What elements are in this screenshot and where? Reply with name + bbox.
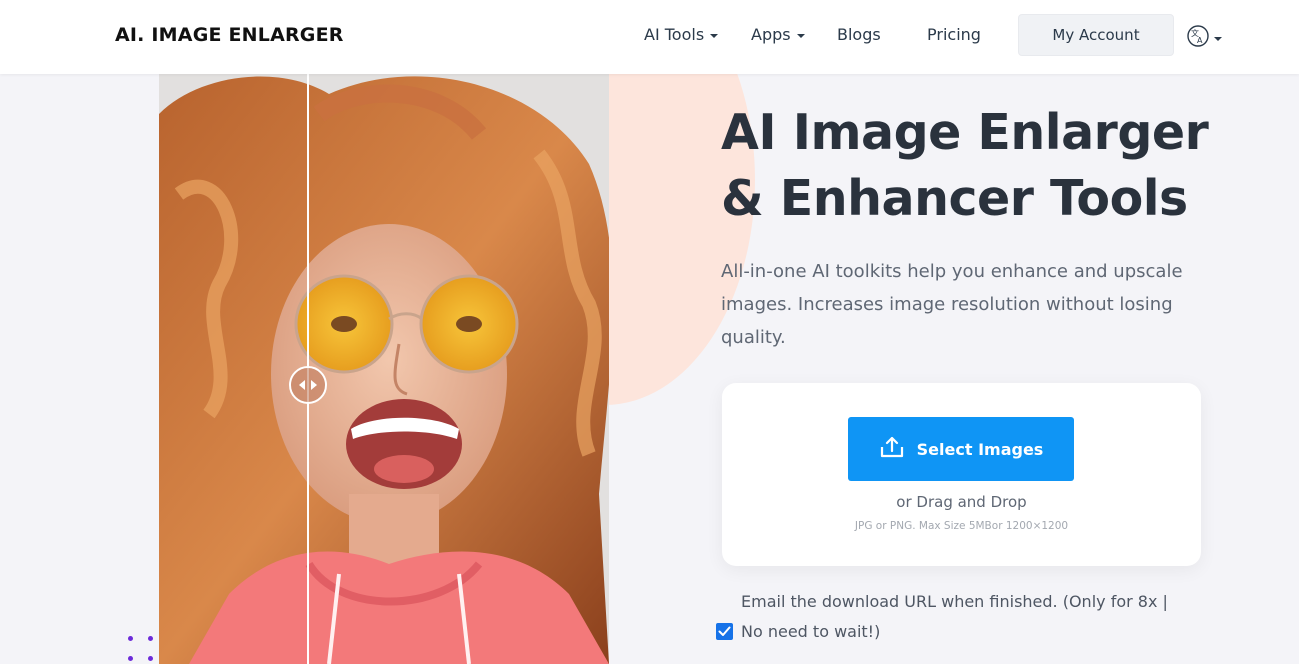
svg-text:A: A bbox=[1197, 36, 1203, 45]
select-images-button[interactable]: Select Images bbox=[848, 417, 1074, 481]
nav-blogs[interactable]: Blogs bbox=[837, 25, 881, 44]
image-compare[interactable] bbox=[159, 74, 609, 664]
nav-apps-label: Apps bbox=[751, 25, 791, 44]
translate-icon: 文 A bbox=[1186, 24, 1210, 52]
nav-apps[interactable]: Apps bbox=[751, 25, 805, 44]
my-account-button[interactable]: My Account bbox=[1018, 14, 1174, 56]
page-title: AI Image Enlarger & Enhancer Tools bbox=[721, 100, 1281, 232]
nav-pricing-label: Pricing bbox=[927, 25, 981, 44]
checkmark-icon bbox=[718, 626, 731, 636]
nav-blogs-label: Blogs bbox=[837, 25, 881, 44]
page-subtitle: All-in-one AI toolkits help you enhance … bbox=[721, 261, 1183, 348]
page-title-line1: AI Image Enlarger bbox=[721, 104, 1209, 161]
site-header: AI. IMAGE ENLARGER AI Tools Apps Blogs P… bbox=[0, 0, 1299, 74]
nav-ai-tools[interactable]: AI Tools bbox=[644, 25, 719, 44]
email-checkbox[interactable] bbox=[716, 623, 733, 640]
arrow-right-icon bbox=[311, 380, 317, 390]
upload-icon bbox=[879, 435, 905, 463]
email-option-label: Email the download URL when finished. (O… bbox=[741, 592, 1168, 611]
site-logo[interactable]: AI. IMAGE ENLARGER bbox=[115, 24, 344, 46]
email-option-label-2: No need to wait!) bbox=[741, 622, 881, 641]
nav-ai-tools-label: AI Tools bbox=[644, 25, 705, 44]
low-res-preview bbox=[159, 74, 308, 664]
compare-slider-icon[interactable] bbox=[289, 366, 327, 404]
nav-pricing[interactable]: Pricing bbox=[927, 25, 981, 44]
arrow-left-icon bbox=[299, 380, 305, 390]
upload-dropzone[interactable]: Select Images or Drag and Drop JPG or PN… bbox=[722, 383, 1201, 566]
email-option-row: No need to wait!) bbox=[716, 622, 880, 641]
select-images-label: Select Images bbox=[916, 439, 1044, 459]
language-selector[interactable]: 文 A bbox=[1186, 24, 1222, 52]
chevron-down-icon bbox=[710, 33, 719, 38]
chevron-down-icon bbox=[796, 33, 805, 38]
page-title-line2: & Enhancer Tools bbox=[721, 170, 1188, 227]
chevron-down-icon bbox=[1214, 37, 1222, 41]
drag-drop-hint: or Drag and Drop bbox=[896, 493, 1027, 511]
file-size-hint: JPG or PNG. Max Size 5MBor 1200×1200 bbox=[854, 520, 1069, 532]
